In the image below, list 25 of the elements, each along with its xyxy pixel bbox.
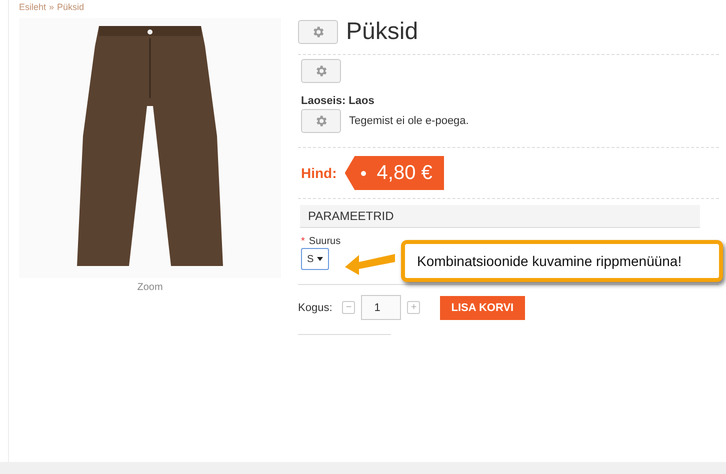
breadcrumb-link[interactable]: Püksid <box>57 2 84 12</box>
settings-button[interactable] <box>301 109 341 133</box>
increase-button[interactable]: + <box>407 301 420 314</box>
callout-note: Kombinatsioonide kuvamine rippmenüüna! <box>401 240 723 282</box>
breadcrumb-link[interactable]: Esileht <box>19 2 46 12</box>
shop-notice: Tegemist ei ole e-poega. <box>349 115 469 127</box>
gear-icon <box>311 25 325 39</box>
gear-icon <box>314 114 328 128</box>
decrease-button[interactable]: − <box>342 301 356 314</box>
size-dropdown[interactable]: S <box>301 248 329 270</box>
quantity-field[interactable]: 1 <box>361 295 402 320</box>
gear-icon <box>314 64 328 78</box>
breadcrumb-separator: » <box>49 2 54 12</box>
price-label: Hind: <box>301 165 337 181</box>
settings-button[interactable] <box>298 20 338 44</box>
zoom-link[interactable]: Zoom <box>19 282 281 293</box>
parameters-heading: PARAMEETRID <box>300 205 700 228</box>
size-label: * Suurus <box>301 236 342 247</box>
price-tag: 4,80 € <box>344 156 444 190</box>
caret-icon <box>317 257 323 261</box>
settings-button[interactable] <box>301 59 341 83</box>
add-to-cart-button[interactable]: LISA KORVI <box>440 296 525 320</box>
quantity-label: Kogus: <box>298 302 332 314</box>
stock-status: Laoseis: Laos <box>301 95 376 107</box>
product-title: Püksid <box>346 18 418 46</box>
